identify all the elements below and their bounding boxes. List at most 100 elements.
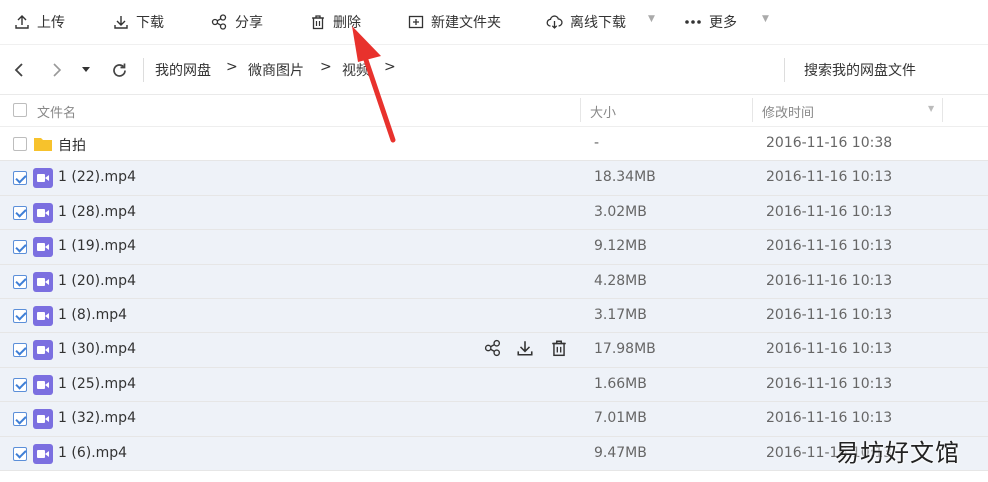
watermark: 易坊好文馆: [835, 439, 960, 467]
file-name[interactable]: 1 (32).mp4: [58, 410, 136, 426]
row-checkbox[interactable]: [13, 240, 27, 255]
new-folder-button[interactable]: 新建文件夹: [408, 0, 501, 44]
row-checkbox[interactable]: [13, 308, 27, 323]
select-all-checkbox[interactable]: [13, 103, 27, 117]
file-size: -: [594, 135, 600, 151]
row-trash-icon[interactable]: [550, 339, 568, 357]
more-button[interactable]: 更多: [684, 0, 737, 44]
file-name[interactable]: 1 (25).mp4: [58, 376, 136, 392]
file-size: 4.28MB: [594, 272, 647, 289]
upload-icon: [15, 15, 29, 29]
refresh-icon[interactable]: [110, 60, 128, 80]
offline-download-chevron-down-icon[interactable]: ▼: [648, 14, 655, 24]
column-divider[interactable]: [580, 98, 581, 122]
row-checkbox[interactable]: [13, 377, 27, 392]
upload-button[interactable]: 上传: [14, 0, 65, 44]
search-divider: [784, 58, 785, 82]
column-divider[interactable]: [942, 98, 943, 122]
nav-divider: [143, 58, 144, 82]
file-modified-time: 2016-11-16 10:13: [766, 306, 893, 323]
file-modified-time: 2016-11-16 10:13: [766, 375, 893, 392]
file-modified-time: 2016-11-16 10:13: [766, 203, 893, 220]
column-header-modified[interactable]: 修改时间: [762, 102, 814, 121]
row-checkbox[interactable]: [13, 171, 27, 186]
more-chevron-down-icon[interactable]: ▼: [762, 14, 769, 24]
more-label: 更多: [709, 15, 737, 31]
search-drive-button[interactable]: 搜索我的网盘文件: [804, 60, 916, 80]
video-file-icon: [33, 237, 53, 258]
cloud-download-icon: [546, 15, 563, 29]
breadcrumb-separator: >: [384, 59, 396, 75]
row-actions: [484, 339, 568, 357]
file-name[interactable]: 1 (19).mp4: [58, 238, 136, 254]
sort-chevron-down-icon[interactable]: ▼: [928, 104, 934, 113]
delete-button[interactable]: 删除: [310, 0, 361, 44]
more-dots-icon: [685, 20, 701, 24]
download-button[interactable]: 下载: [113, 0, 164, 44]
row-checkbox[interactable]: [13, 137, 27, 151]
table-row[interactable]: 1 (32).mp4 7.01MB 2016-11-16 10:13: [0, 402, 988, 437]
file-modified-time: 2016-11-16 10:13: [766, 272, 893, 289]
file-size: 9.12MB: [594, 238, 647, 255]
upload-label: 上传: [37, 15, 65, 31]
file-modified-time: 2016-11-16 10:13: [766, 169, 893, 186]
file-modified-time: 2016-11-16 10:38: [766, 135, 893, 151]
column-header-filename[interactable]: 文件名: [37, 102, 76, 121]
column-header-size[interactable]: 大小: [590, 102, 616, 121]
table-row[interactable]: 1 (20).mp4 4.28MB 2016-11-16 10:13: [0, 264, 988, 299]
file-list: 自拍 - 2016-11-16 10:38 1 (22).mp4 18.34MB 2016…: [0, 127, 988, 471]
file-name[interactable]: 1 (28).mp4: [58, 204, 136, 220]
new-folder-label: 新建文件夹: [431, 15, 501, 31]
file-name[interactable]: 1 (20).mp4: [58, 273, 136, 289]
video-file-icon: [33, 305, 53, 326]
row-download-icon[interactable]: [516, 339, 534, 357]
file-name[interactable]: 1 (22).mp4: [58, 169, 136, 185]
folder-icon: [33, 134, 53, 154]
file-name[interactable]: 1 (30).mp4: [58, 341, 136, 357]
file-name[interactable]: 自拍: [58, 135, 86, 155]
video-file-icon: [33, 409, 53, 430]
video-file-icon: [33, 340, 53, 361]
video-file-icon: [33, 443, 53, 464]
file-size: 18.34MB: [594, 169, 656, 186]
table-row[interactable]: 1 (25).mp4 1.66MB 2016-11-16 10:13: [0, 367, 988, 403]
breadcrumb-wechat-images[interactable]: 微商图片: [248, 60, 304, 80]
file-name[interactable]: 1 (6).mp4: [58, 445, 127, 461]
file-modified-time: 2016-11-16 10:13: [766, 410, 893, 427]
download-icon: [114, 16, 128, 29]
row-checkbox[interactable]: [13, 274, 27, 289]
file-size: 17.98MB: [594, 341, 656, 358]
delete-label: 删除: [333, 15, 361, 31]
history-dropdown-icon[interactable]: [80, 60, 92, 80]
table-row[interactable]: 1 (28).mp4 3.02MB 2016-11-16 10:13: [0, 195, 988, 231]
file-size: 7.01MB: [594, 410, 647, 427]
row-checkbox[interactable]: [13, 412, 27, 427]
row-checkbox[interactable]: [13, 205, 27, 220]
offline-download-label: 离线下载: [570, 15, 626, 31]
new-folder-icon: [408, 15, 424, 29]
table-row[interactable]: 1 (30).mp4 17.98MB 2016-11-16 10:13: [0, 333, 988, 368]
row-checkbox[interactable]: [13, 343, 27, 358]
file-modified-time: 2016-11-16 10:13: [766, 238, 893, 255]
row-checkbox[interactable]: [13, 446, 27, 461]
forward-arrow-icon[interactable]: [50, 60, 64, 80]
breadcrumb-videos[interactable]: 视频: [342, 60, 370, 80]
column-divider[interactable]: [752, 98, 753, 122]
table-row[interactable]: 自拍 - 2016-11-16 10:38: [0, 127, 988, 162]
trash-icon: [312, 15, 324, 30]
share-button[interactable]: 分享: [211, 0, 263, 44]
table-row[interactable]: 1 (8).mp4 3.17MB 2016-11-16 10:13: [0, 298, 988, 334]
breadcrumb-my-drive[interactable]: 我的网盘: [155, 60, 211, 80]
table-row[interactable]: 1 (19).mp4 9.12MB 2016-11-16 10:13: [0, 230, 988, 265]
row-share-icon[interactable]: [484, 339, 502, 357]
video-file-icon: [33, 168, 53, 189]
offline-download-button[interactable]: 离线下载: [546, 0, 626, 44]
file-list-header: 文件名 大小 修改时间 ▼: [0, 94, 988, 127]
table-row[interactable]: 1 (22).mp4 18.34MB 2016-11-16 10:13: [0, 161, 988, 196]
file-modified-time: 2016-11-16 10:13: [766, 341, 893, 358]
breadcrumb-separator: >: [226, 59, 238, 75]
navigation-bar: 我的网盘 > 微商图片 > 视频 > 搜索我的网盘文件: [0, 46, 988, 95]
download-label: 下载: [136, 15, 164, 31]
file-name[interactable]: 1 (8).mp4: [58, 307, 127, 323]
back-arrow-icon[interactable]: [12, 60, 26, 80]
